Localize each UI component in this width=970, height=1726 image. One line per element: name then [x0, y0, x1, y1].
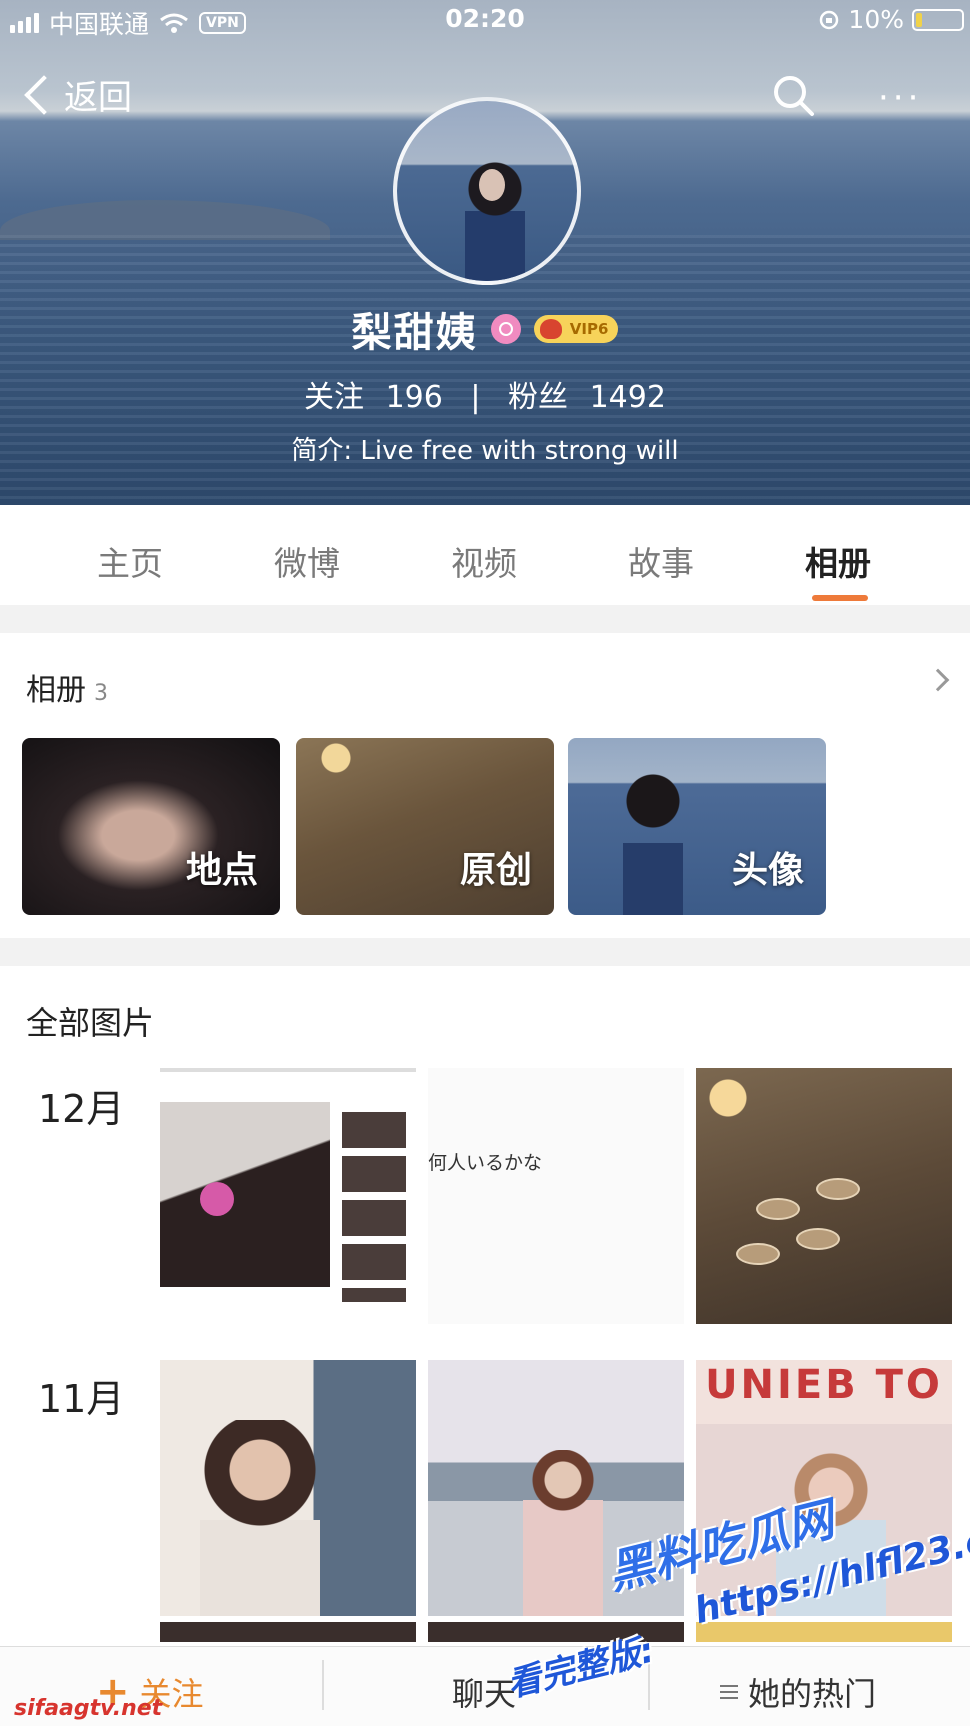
- status-bar: 中国联通 VPN 02:20 10%: [0, 0, 970, 40]
- following-stat[interactable]: 关注 196: [298, 380, 458, 415]
- album-label: 原创: [459, 850, 532, 891]
- photo-thumbnail[interactable]: [160, 1068, 416, 1324]
- followers-label: 粉丝: [508, 380, 569, 415]
- more-menu-button[interactable]: ···: [878, 78, 922, 118]
- albums-count: 3: [94, 681, 108, 706]
- profile-name-line: 梨甜姨 VIP6: [0, 300, 970, 358]
- search-icon[interactable]: [770, 72, 818, 120]
- photo-thumbnail[interactable]: 何人いるかな: [428, 1068, 684, 1324]
- menu-icon: [720, 1685, 738, 1699]
- hot-label: 她的热门: [748, 1675, 877, 1713]
- vip-label: VIP6: [569, 320, 609, 338]
- photo-thumbnail[interactable]: [160, 1360, 416, 1616]
- back-label: 返回: [64, 78, 132, 118]
- stats-divider: |: [470, 380, 481, 415]
- albums-header[interactable]: 相册 3: [26, 665, 108, 709]
- followers-stat[interactable]: 粉丝 1492: [502, 380, 672, 415]
- profile-name: 梨甜姨: [351, 310, 478, 356]
- bottom-bar-divider: [322, 1660, 324, 1710]
- back-chevron-icon: [24, 74, 64, 115]
- vip-badge[interactable]: VIP6: [533, 315, 619, 343]
- avatar[interactable]: [393, 97, 581, 285]
- battery-percent: 10%: [848, 5, 904, 34]
- photo-thumbnail[interactable]: [696, 1068, 952, 1324]
- followers-count: 1492: [589, 380, 666, 415]
- photo-thumbnail[interactable]: [160, 1622, 416, 1642]
- album-avatar[interactable]: 头像: [568, 738, 826, 915]
- album-location[interactable]: 地点: [22, 738, 280, 915]
- profile-bio: 简介: Live free with strong will: [291, 436, 679, 466]
- photo-sign-text: UNIEB TO: [705, 1362, 943, 1408]
- album-label: 头像: [731, 850, 804, 891]
- section-divider: [0, 938, 970, 966]
- profile-stats: 关注 196 | 粉丝 1492: [0, 372, 970, 416]
- watermark-site: sifaagtv.net: [14, 1696, 163, 1721]
- cover-island: [0, 200, 330, 240]
- battery-icon: [912, 8, 964, 31]
- verified-badge-icon[interactable]: [490, 314, 521, 344]
- tab-home[interactable]: 主页: [97, 537, 163, 585]
- active-tab-indicator: [812, 595, 868, 601]
- orientation-lock-icon: [820, 10, 839, 29]
- tab-video[interactable]: 视频: [451, 537, 517, 585]
- photo-caption-text: 何人いるかな: [428, 1152, 543, 1174]
- album-original[interactable]: 原创: [296, 738, 554, 915]
- crown-icon: [539, 319, 562, 339]
- all-photos-title: 全部图片: [26, 1004, 155, 1042]
- chevron-right-icon[interactable]: [926, 668, 950, 692]
- photo-thumbnail[interactable]: [696, 1622, 952, 1642]
- month-label: 12月: [38, 1087, 125, 1131]
- her-hot-button[interactable]: 她的热门: [720, 1669, 876, 1715]
- profile-tabs: 主页 微博 视频 故事 相册: [0, 505, 970, 605]
- month-label: 11月: [38, 1377, 125, 1421]
- back-button[interactable]: 返回: [18, 70, 132, 119]
- following-count: 196: [385, 380, 443, 415]
- albums-title: 相册: [26, 673, 86, 708]
- section-divider: [0, 605, 970, 633]
- tab-album[interactable]: 相册: [805, 537, 871, 585]
- album-label: 地点: [185, 850, 258, 891]
- tab-stories[interactable]: 故事: [628, 537, 694, 585]
- following-label: 关注: [304, 380, 365, 415]
- tab-weibo[interactable]: 微博: [274, 537, 340, 585]
